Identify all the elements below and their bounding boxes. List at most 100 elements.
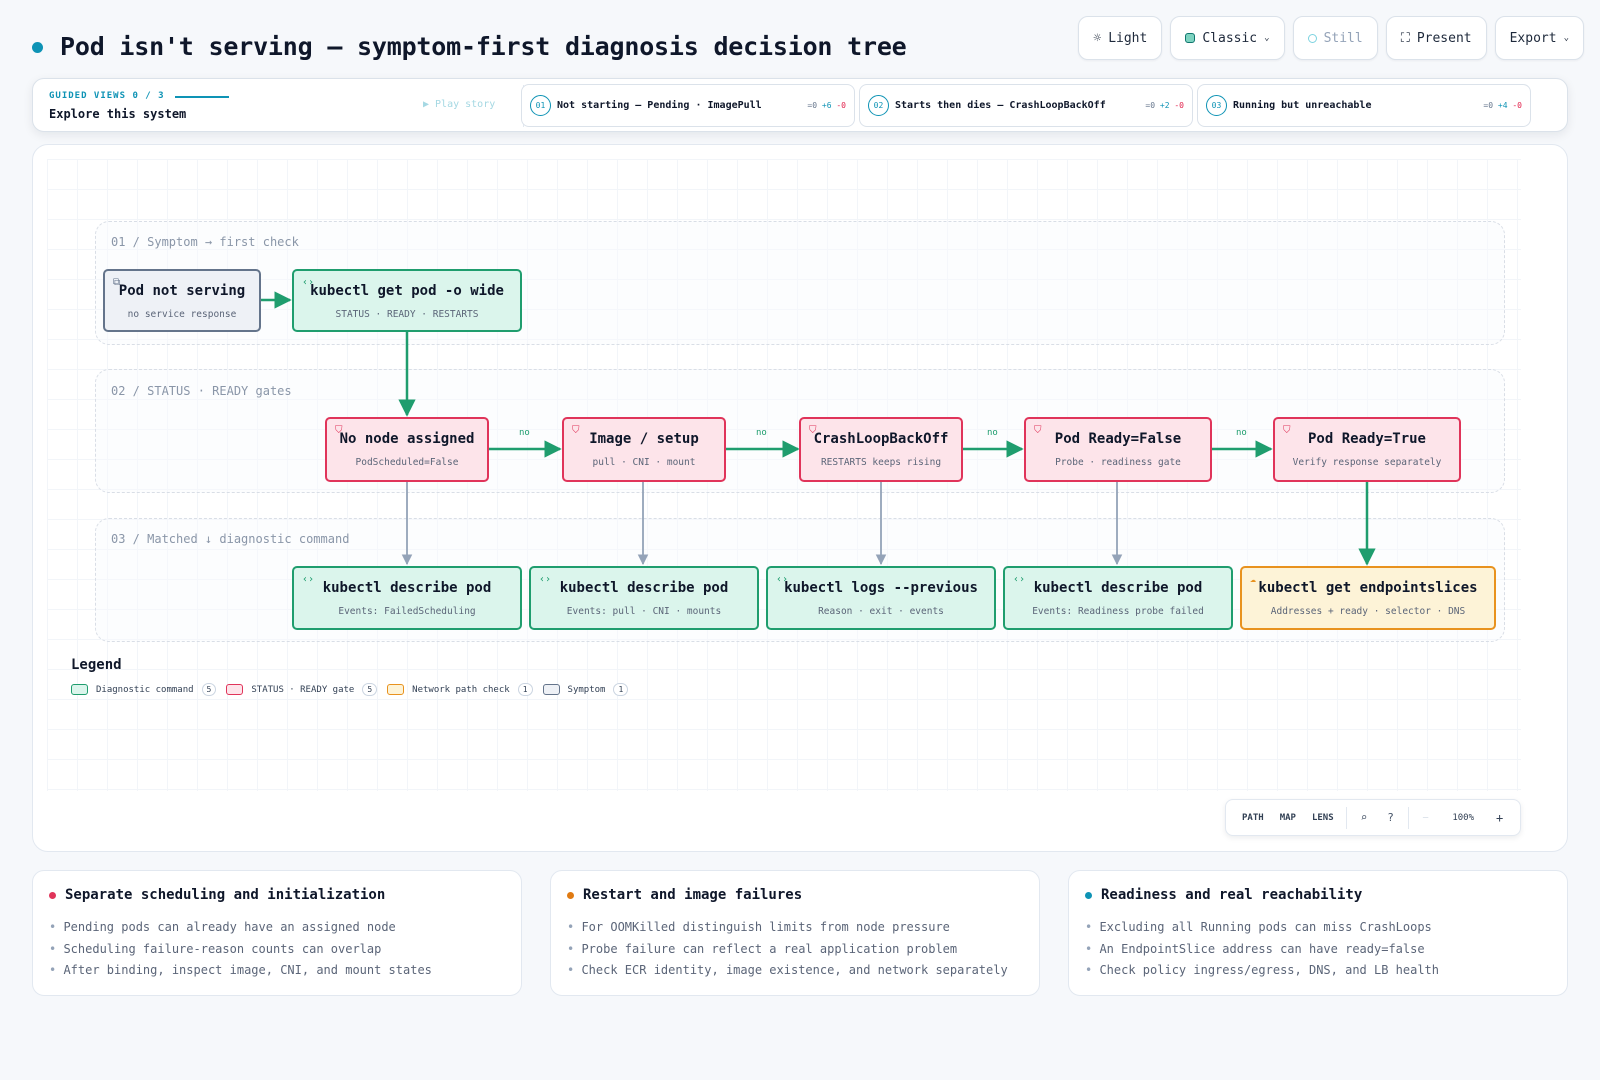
legend-label: Network path check [412,684,510,695]
node-title: Pod not serving [118,283,246,299]
node-subtitle: no service response [127,309,237,320]
style-swatch-icon [1185,33,1196,43]
node-crashloopbackoff[interactable]: ⛉ CrashLoopBackOff RESTARTS keeps rising [799,417,963,482]
fullscreen-icon: ⛶ [1400,30,1410,46]
legend-count: 1 [613,683,629,696]
step-label: Running but unreachable [1233,100,1372,111]
list-item: Scheduling failure-reason counts can ove… [49,939,432,961]
path-mode-button[interactable]: PATH [1234,813,1272,823]
legend-swatch [226,684,244,695]
node-title: kubectl logs --previous [784,580,978,596]
present-label: Present [1416,30,1472,46]
guided-views-title: Explore this system [49,107,187,121]
export-label: Export [1509,30,1557,46]
zoom-in-button[interactable]: + [1488,811,1511,825]
node-describe-pod-setup[interactable]: ‹› kubectl describe pod Events: pull · C… [529,566,759,630]
list-item: Probe failure can reflect a real applica… [567,939,1008,961]
node-subtitle: pull · CNI · mount [592,457,696,468]
list-item: Excluding all Running pods can miss Cras… [1085,917,1439,939]
card-header: Separate scheduling and initialization [49,887,385,903]
guided-step-1[interactable]: 01 Not starting — Pending · ImagePull =0… [521,84,855,127]
legend-title: Legend [71,657,122,673]
node-pod-not-serving[interactable]: ⧉ Pod not serving no service response [103,269,261,332]
legend: Diagnostic command 5 STATUS · READY gate… [71,683,629,696]
node-title: Pod Ready=False [1054,431,1182,447]
present-button[interactable]: ⛶ Present [1385,16,1487,60]
zoom-level: 100% [1452,812,1474,823]
edge-label-no: no [1236,428,1247,438]
zoom-controls: PATH MAP LENS ⌕ ? — 100% + [1225,799,1521,836]
legend-count: 5 [201,683,217,696]
card-header: Readiness and real reachability [1085,887,1362,903]
legend-item-symptom[interactable]: Symptom 1 [542,683,629,696]
edge-label-no: no [756,428,767,438]
node-title: kubectl describe pod [1033,580,1203,596]
legend-label: STATUS · READY gate [251,684,355,695]
edge-label-no: no [519,428,530,438]
light-theme-button[interactable]: ☼ Light [1078,16,1163,60]
list-item: After binding, inspect image, CNI, and m… [49,960,431,982]
lens-mode-button[interactable]: LENS [1304,813,1342,823]
list-item: Pending pods can already have an assigne… [49,917,432,939]
list-item: Check ECR identity, image existence, and… [567,960,1007,982]
node-describe-pod-scheduling[interactable]: ‹› kubectl describe pod Events: FailedSc… [292,566,522,630]
diagram-canvas[interactable]: 01 / Symptom → first check 02 / STATUS ·… [32,144,1568,852]
card-title: Readiness and real reachability [1101,887,1363,903]
node-image-setup[interactable]: ⛉ Image / setup pull · CNI · mount [562,417,726,482]
step-label: Starts then dies — CrashLoopBackOff [895,100,1106,111]
node-no-node-assigned[interactable]: ⛉ No node assigned PodScheduled=False [325,417,489,482]
node-subtitle: RESTARTS keeps rising [820,457,942,468]
node-subtitle: Reason · exit · events [818,606,944,617]
node-subtitle: Verify response separately [1292,457,1442,468]
node-title: No node assigned [339,431,475,447]
legend-swatch [542,684,560,695]
card-dot [1085,891,1092,899]
export-button[interactable]: Export ⌄ [1494,16,1584,60]
node-pod-ready-true[interactable]: ⛉ Pod Ready=True Verify response separat… [1273,417,1461,482]
node-pod-ready-false[interactable]: ⛉ Pod Ready=False Probe · readiness gate [1024,417,1212,482]
node-describe-pod-readiness[interactable]: ‹› kubectl describe pod Events: Readines… [1003,566,1233,630]
play-story-button[interactable]: ▶ Play story [423,99,495,110]
node-kubectl-get-pod[interactable]: ‹› kubectl get pod -o wide STATUS · READ… [292,269,522,332]
guided-views-bar: GUIDED VIEWS 0 / 3 Explore this system ▶… [32,78,1568,132]
node-kubectl-logs-previous[interactable]: ‹› kubectl logs --previous Reason · exit… [766,566,996,630]
legend-item-diagnostic-command[interactable]: Diagnostic command 5 [71,683,217,696]
chevron-down-icon: ⌄ [1563,33,1569,43]
legend-item-status-gate[interactable]: STATUS · READY gate 5 [226,683,378,696]
step-delta: =0 +4 -0 [1483,101,1522,110]
card-list: For OOMKilled distinguish limits from no… [567,917,1008,982]
legend-swatch [71,684,88,695]
card-list: Excluding all Running pods can miss Cras… [1085,917,1439,982]
help-icon[interactable]: ? [1377,811,1404,824]
sun-icon: ☼ [1093,30,1102,46]
node-title: Pod Ready=True [1307,431,1426,447]
chevron-down-icon: ⌄ [1264,33,1270,43]
legend-item-network-path[interactable]: Network path check 1 [387,683,533,696]
still-toggle-button[interactable]: Still [1292,16,1378,60]
title-dot [32,42,43,53]
legend-label: Diagnostic command [96,684,194,695]
step-number: 02 [868,95,889,116]
list-item: Check policy ingress/egress, DNS, and LB… [1085,960,1439,982]
guided-step-3[interactable]: 03 Running but unreachable =0 +4 -0 [1197,84,1531,127]
node-get-endpointslices[interactable]: ☁ kubectl get endpointslices Addresses +… [1240,566,1496,630]
search-icon[interactable]: ⌕ [1351,811,1378,824]
info-card-readiness: Readiness and real reachability Excludin… [1068,870,1568,996]
node-subtitle: Addresses + ready · selector · DNS [1270,606,1466,617]
diagram-edges [261,291,1376,566]
map-mode-button[interactable]: MAP [1272,813,1304,823]
page-title: Pod isn't serving — symptom-first diagno… [60,32,907,61]
node-title: CrashLoopBackOff [813,431,949,447]
card-list: Pending pods can already have an assigne… [49,917,432,982]
guided-views-kicker: GUIDED VIEWS 0 / 3 [49,91,165,101]
guided-step-2[interactable]: 02 Starts then dies — CrashLoopBackOff =… [859,84,1193,127]
node-subtitle: Probe · readiness gate [1055,457,1181,468]
classic-label: Classic [1202,30,1258,46]
zoom-out-button[interactable]: — [1413,813,1438,823]
toolbar: ☼ Light Classic ⌄ Still ⛶ Present Export… [1078,16,1584,60]
zoom-divider [1407,806,1409,829]
legend-label: Symptom [567,684,606,695]
node-title: kubectl describe pod [322,580,492,596]
step-number: 03 [1206,95,1227,116]
classic-style-button[interactable]: Classic ⌄ [1170,16,1285,60]
